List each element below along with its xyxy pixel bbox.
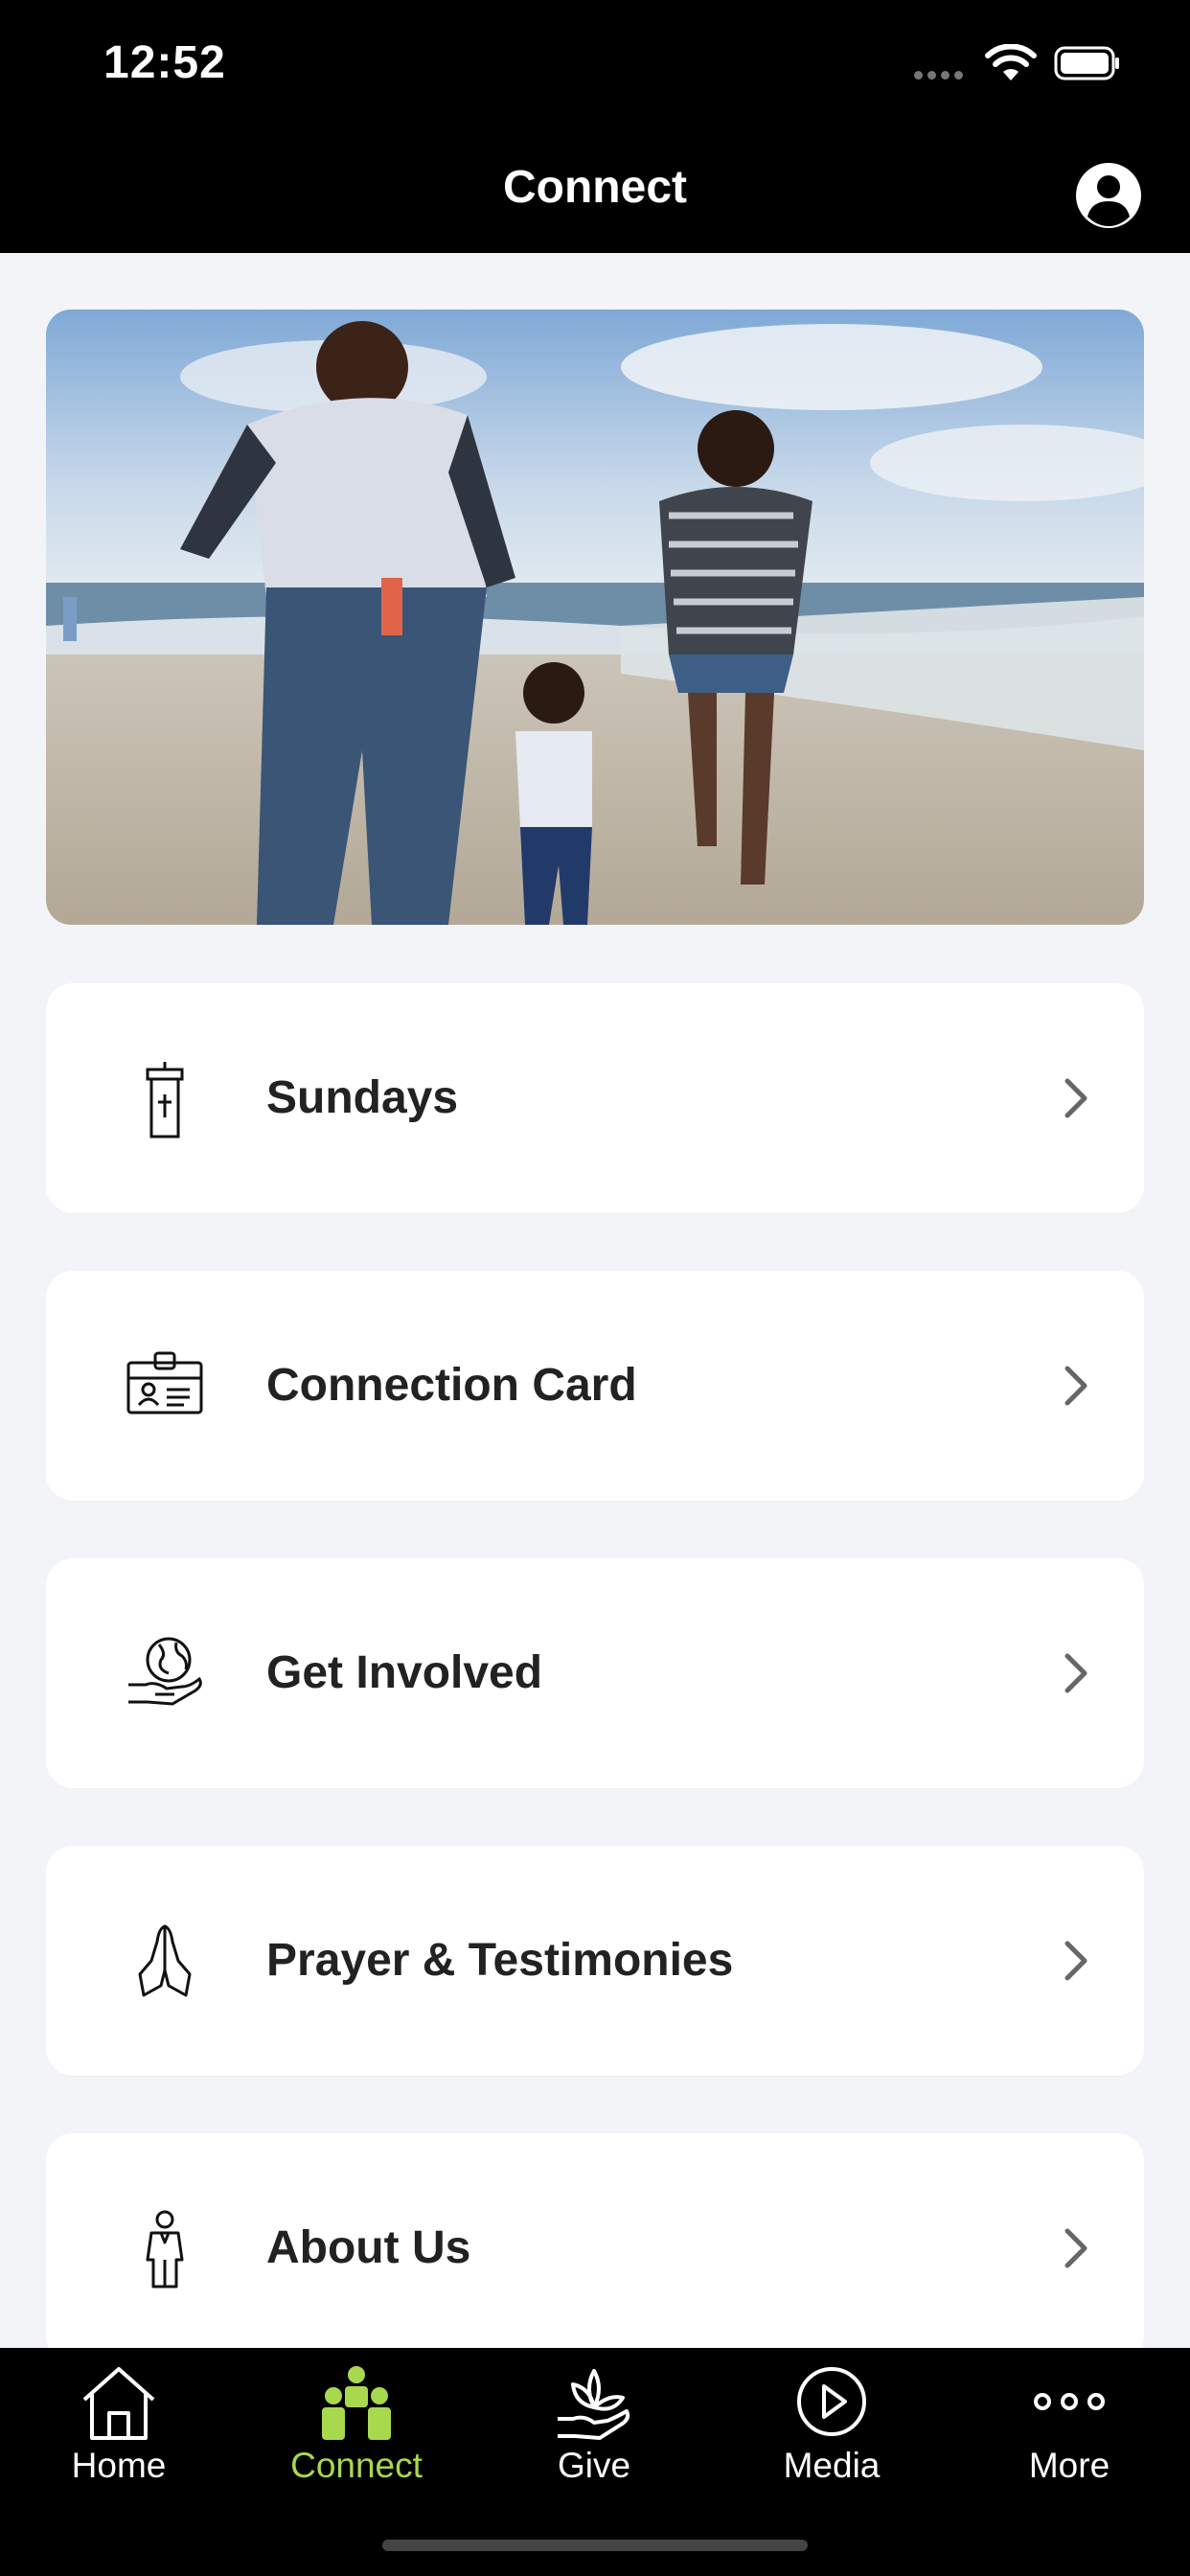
home-icon xyxy=(82,2367,155,2440)
menu-item-connection-card[interactable]: Connection Card xyxy=(46,1271,1144,1501)
connect-menu: Sundays Connection Card Get Involved Pra… xyxy=(46,983,1144,2421)
status-bar: 12:52 xyxy=(0,0,1190,126)
people-icon xyxy=(322,2366,391,2440)
navigation-bar: Connect xyxy=(0,126,1190,253)
chevron-right-icon xyxy=(1064,2228,1087,2268)
menu-item-sundays[interactable]: Sundays xyxy=(46,983,1144,1213)
id-badge-icon xyxy=(126,1351,203,1414)
menu-item-label: Sundays xyxy=(266,1072,459,1123)
hero-image xyxy=(46,310,1144,925)
wifi-icon xyxy=(985,44,1037,80)
person-icon xyxy=(146,2210,184,2288)
tab-home[interactable]: Home xyxy=(0,2348,238,2511)
tab-give[interactable]: Give xyxy=(475,2348,713,2511)
home-indicator[interactable] xyxy=(382,2540,808,2551)
tab-more[interactable]: More xyxy=(950,2348,1188,2511)
tab-media[interactable]: Media xyxy=(713,2348,950,2511)
tab-label: Media xyxy=(783,2446,881,2485)
chevron-right-icon xyxy=(1064,1653,1087,1693)
page-title: Connect xyxy=(503,162,687,213)
chevron-right-icon xyxy=(1064,1078,1087,1118)
more-dots-icon xyxy=(1034,2393,1105,2410)
menu-item-get-involved[interactable]: Get Involved xyxy=(46,1558,1144,1788)
menu-item-label: About Us xyxy=(266,2222,471,2273)
tab-label: Give xyxy=(557,2446,631,2485)
play-circle-icon xyxy=(797,2367,866,2436)
chevron-right-icon xyxy=(1064,1366,1087,1406)
cellular-signal-icon xyxy=(914,71,972,80)
chevron-right-icon xyxy=(1064,1941,1087,1981)
pulpit-icon xyxy=(146,1062,184,1138)
menu-item-label: Prayer & Testimonies xyxy=(266,1935,734,1986)
menu-item-about-us[interactable]: About Us xyxy=(46,2133,1144,2363)
battery-icon xyxy=(1054,46,1119,80)
profile-icon[interactable] xyxy=(1074,161,1143,230)
menu-item-label: Get Involved xyxy=(266,1647,543,1698)
tab-label: More xyxy=(1028,2446,1110,2485)
globe-hand-icon xyxy=(128,1637,202,1706)
status-time: 12:52 xyxy=(103,37,226,88)
menu-item-prayer-testimonies[interactable]: Prayer & Testimonies xyxy=(46,1846,1144,2076)
give-icon xyxy=(558,2369,630,2440)
menu-item-label: Connection Card xyxy=(266,1360,637,1411)
praying-hands-icon xyxy=(138,1924,192,1997)
tab-label: Connect xyxy=(290,2446,423,2485)
tab-label: Home xyxy=(71,2446,167,2485)
tab-connect[interactable]: Connect xyxy=(238,2348,475,2511)
